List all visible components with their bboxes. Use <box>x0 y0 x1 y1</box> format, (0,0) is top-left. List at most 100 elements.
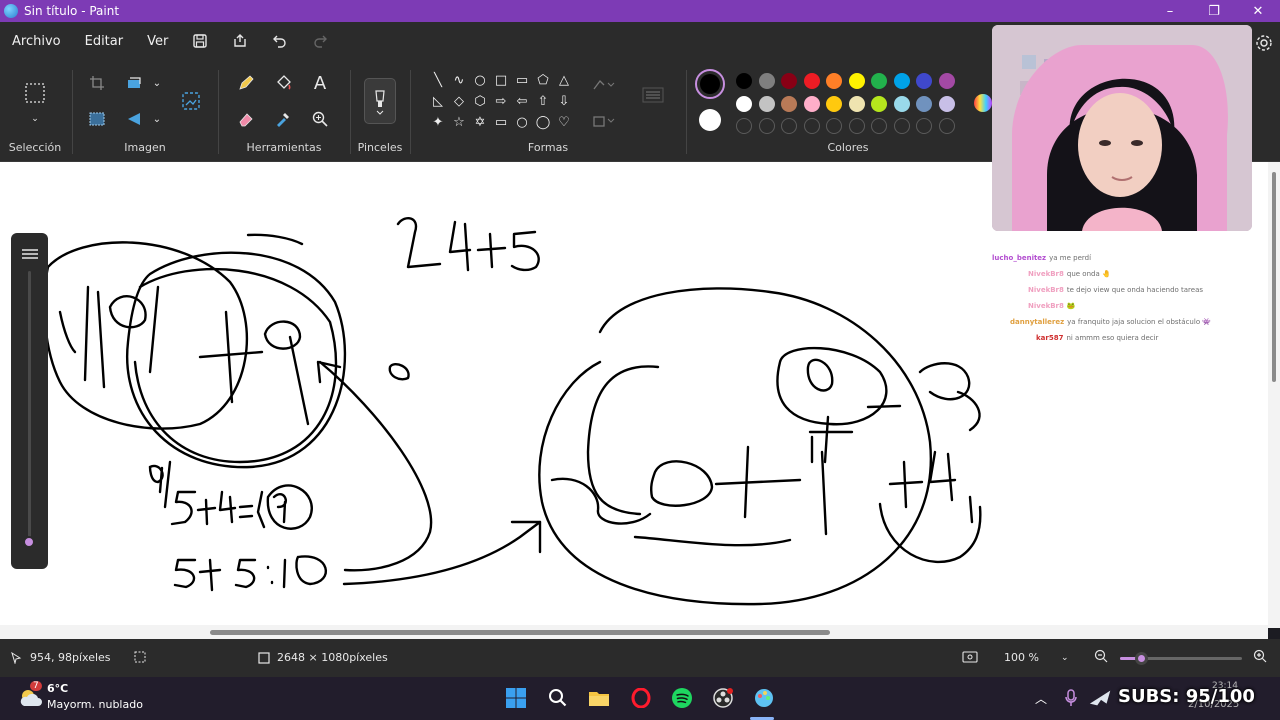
file-explorer-icon[interactable] <box>586 685 612 711</box>
palette-color-swatch[interactable] <box>893 73 910 89</box>
shape-star5-icon[interactable]: ☆ <box>449 112 469 132</box>
save-icon[interactable] <box>180 22 220 60</box>
shape-arrow-left-icon[interactable]: ⇦ <box>512 91 532 111</box>
close-button[interactable]: ✕ <box>1236 0 1280 22</box>
horizontal-scroll-thumb[interactable] <box>210 630 830 635</box>
spotify-icon[interactable] <box>669 685 695 711</box>
minimize-button[interactable]: – <box>1148 0 1192 22</box>
secondary-color[interactable] <box>699 109 721 131</box>
undo-icon[interactable] <box>260 22 300 60</box>
shape-star6-icon[interactable]: ✡ <box>470 112 490 132</box>
palette-color-swatch[interactable] <box>848 73 865 89</box>
eraser-icon[interactable] <box>233 106 259 132</box>
obs-icon[interactable] <box>710 685 736 711</box>
chat-username[interactable]: NivekBr8 <box>1028 270 1064 278</box>
shape-arrow-up-icon[interactable]: ⇧ <box>533 91 553 111</box>
chat-username[interactable]: lucho_benitez <box>992 254 1046 262</box>
drawing-canvas[interactable] <box>0 162 1268 625</box>
custom-color-slot[interactable] <box>848 118 865 134</box>
palette-color-swatch[interactable] <box>781 95 797 112</box>
menu-file[interactable]: Archivo <box>0 22 73 60</box>
vertical-scroll-thumb[interactable] <box>1272 172 1276 382</box>
shape-diamond-icon[interactable]: ◇ <box>449 91 469 111</box>
shape-callout-cloud-icon[interactable]: ◯ <box>533 112 553 132</box>
airplane-icon[interactable] <box>1088 685 1114 711</box>
shape-outline-icon[interactable] <box>590 72 616 98</box>
custom-color-slot[interactable] <box>826 118 842 134</box>
palette-color-swatch[interactable] <box>758 95 775 112</box>
chat-username[interactable]: kar587 <box>1036 334 1063 342</box>
zoom-dropdown[interactable]: 100 % ⌄ <box>1004 651 1069 664</box>
menu-view[interactable]: Ver <box>135 22 180 60</box>
shape-hexagon-icon[interactable]: ⬡ <box>470 91 490 111</box>
custom-color-slot[interactable] <box>893 118 910 134</box>
palette-color-swatch[interactable] <box>758 73 775 89</box>
palette-color-swatch[interactable] <box>803 95 820 112</box>
custom-color-slot[interactable] <box>871 118 887 134</box>
shape-heart-icon[interactable]: ♡ <box>554 112 574 132</box>
palette-color-swatch[interactable] <box>938 73 955 89</box>
shape-fill-icon[interactable] <box>590 108 616 134</box>
chat-username[interactable]: dannytallerez <box>1010 318 1064 326</box>
shape-line-icon[interactable]: ╲ <box>428 70 448 90</box>
search-icon[interactable] <box>545 685 571 711</box>
custom-color-slot[interactable] <box>916 118 932 134</box>
shape-curve-icon[interactable]: ∿ <box>449 70 469 90</box>
settings-gear-icon[interactable] <box>1251 30 1277 56</box>
palette-color-swatch[interactable] <box>938 95 955 112</box>
select-all-icon[interactable] <box>84 106 110 132</box>
shape-arrow-down-icon[interactable]: ⇩ <box>554 91 574 111</box>
chat-username[interactable]: NivekBr8 <box>1028 286 1064 294</box>
crop-icon[interactable] <box>84 70 110 96</box>
rotate-chevron-icon[interactable]: ⌄ <box>144 106 170 132</box>
color-picker-icon[interactable] <box>270 106 296 132</box>
brush-icon[interactable] <box>364 78 396 124</box>
shape-callout-oval-icon[interactable]: ○ <box>512 112 532 132</box>
zoom-slider-thumb[interactable] <box>1134 652 1148 665</box>
horizontal-scrollbar[interactable] <box>0 625 1268 639</box>
selection-chevron-icon[interactable]: ⌄ <box>22 106 48 132</box>
shape-rectangle-icon[interactable]: □ <box>491 70 511 90</box>
paint-taskbar-icon[interactable] <box>751 685 777 711</box>
primary-color[interactable] <box>695 69 725 99</box>
start-windows-icon[interactable] <box>503 685 529 711</box>
custom-color-slot[interactable] <box>803 118 820 134</box>
shape-rounded-rect-icon[interactable]: ▭ <box>512 70 532 90</box>
zoom-slider-track[interactable] <box>1120 652 1242 665</box>
palette-color-swatch[interactable] <box>893 95 910 112</box>
magnifier-icon[interactable] <box>307 106 333 132</box>
custom-color-slot[interactable] <box>736 118 752 134</box>
menu-edit[interactable]: Editar <box>73 22 136 60</box>
palette-color-swatch[interactable] <box>871 95 887 112</box>
outline-width-icon[interactable] <box>640 82 666 108</box>
image-generate-icon[interactable] <box>178 88 204 114</box>
shape-oval-icon[interactable]: ○ <box>470 70 490 90</box>
fit-to-window-icon[interactable] <box>962 651 978 663</box>
select-rectangle-icon[interactable] <box>22 80 48 106</box>
shape-triangle-icon[interactable]: △ <box>554 70 574 90</box>
custom-color-slot[interactable] <box>938 118 955 134</box>
resize-chevron-icon[interactable]: ⌄ <box>144 70 170 96</box>
palette-color-swatch[interactable] <box>736 73 752 89</box>
zoom-out-icon[interactable] <box>1094 649 1108 663</box>
zoom-in-icon[interactable] <box>1253 649 1267 663</box>
chat-username[interactable]: NivekBr8 <box>1028 302 1064 310</box>
palette-color-swatch[interactable] <box>848 95 865 112</box>
palette-color-swatch[interactable] <box>826 73 842 89</box>
palette-color-swatch[interactable] <box>916 73 932 89</box>
maximize-button[interactable]: ❐ <box>1192 0 1236 22</box>
brush-size-slider[interactable] <box>23 536 35 548</box>
weather-widget[interactable]: 7 <box>18 681 44 712</box>
vertical-scrollbar[interactable] <box>1268 162 1280 628</box>
redo-icon[interactable] <box>300 22 340 60</box>
palette-color-swatch[interactable] <box>803 73 820 89</box>
pencil-icon[interactable] <box>233 70 259 96</box>
shape-polygon-icon[interactable]: ⬠ <box>533 70 553 90</box>
shape-right-triangle-icon[interactable]: ◺ <box>428 91 448 111</box>
shape-star4-icon[interactable]: ✦ <box>428 112 448 132</box>
palette-color-swatch[interactable] <box>781 73 797 89</box>
palette-color-swatch[interactable] <box>736 95 752 112</box>
palette-color-swatch[interactable] <box>916 95 932 112</box>
opera-icon[interactable] <box>628 685 654 711</box>
custom-color-slot[interactable] <box>758 118 775 134</box>
